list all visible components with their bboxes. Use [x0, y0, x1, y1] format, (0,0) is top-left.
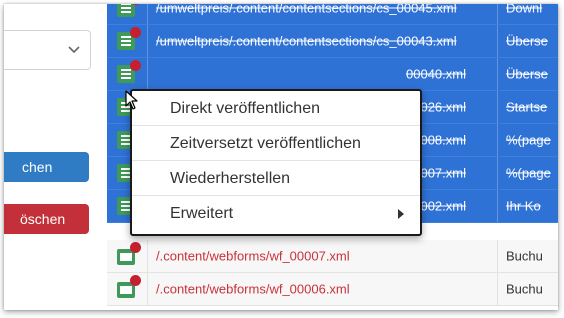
- changed-indicator-icon: [130, 275, 141, 286]
- chevron-down-icon: [68, 46, 80, 54]
- submenu-arrow-icon: [398, 209, 404, 219]
- row-title: %(page: [506, 165, 551, 181]
- changed-indicator-icon: [130, 27, 141, 38]
- row-title: Ihr Ko: [506, 198, 541, 214]
- row-title: Überse: [506, 33, 548, 49]
- site-select[interactable]: [4, 30, 91, 70]
- menu-item-publish-scheduled[interactable]: Zeitversetzt veröffentlichen: [132, 126, 420, 161]
- row-title: Downl: [506, 4, 543, 16]
- menu-item-restore[interactable]: Wiederherstellen: [132, 161, 420, 196]
- row-title-cell: Ihr Ko: [497, 190, 558, 222]
- row-path-cell: /umweltpreis/.content/contentsections/cs…: [147, 25, 498, 57]
- row-icon-cell: [107, 4, 147, 24]
- row-path: /.content/webforms/wf_00006.xml: [156, 281, 350, 297]
- row-title: Buchu: [506, 248, 543, 264]
- context-menu: Direkt veröffentlichen Zeitversetzt verö…: [130, 89, 422, 236]
- row-path-cell: /umweltpreis/.content/contentsections/cs…: [147, 4, 498, 24]
- row-path-cell: 00040.xml: [147, 58, 498, 90]
- row-title-cell: Überse: [497, 58, 558, 90]
- row-title-cell: %(page: [497, 157, 558, 189]
- row-path-cell: /.content/webforms/wf_00007.xml: [147, 240, 498, 272]
- row-title: Buchu: [506, 281, 543, 297]
- row-icon-cell: [107, 240, 147, 272]
- document-icon: [117, 60, 141, 83]
- table-row[interactable]: /umweltpreis/.content/contentsections/cs…: [107, 25, 558, 58]
- row-icon-cell: [107, 25, 147, 57]
- mail-icon: [117, 242, 141, 265]
- row-title: Startse: [506, 99, 548, 115]
- search-button[interactable]: chen: [4, 152, 89, 182]
- menu-item-advanced[interactable]: Erweitert: [132, 196, 420, 231]
- table-row[interactable]: 00040.xml Überse: [107, 58, 558, 91]
- row-title: %(page: [506, 132, 551, 148]
- document-icon: [117, 4, 141, 17]
- row-path: /.content/webforms/wf_00007.xml: [156, 248, 350, 264]
- row-title-cell: Downl: [497, 4, 558, 24]
- row-title: Überse: [506, 66, 548, 82]
- row-path: /umweltpreis/.content/contentsections/cs…: [156, 33, 457, 49]
- table-row[interactable]: /.content/webforms/wf_00006.xml Buchu: [107, 273, 558, 306]
- row-title-cell: %(page: [497, 124, 558, 156]
- row-title-cell: Buchu: [497, 273, 558, 305]
- delete-button[interactable]: öschen: [4, 204, 89, 234]
- row-icon-cell: [107, 58, 147, 90]
- table-row[interactable]: /umweltpreis/.content/contentsections/cs…: [107, 4, 558, 25]
- menu-item-publish-direct[interactable]: Direkt veröffentlichen: [132, 91, 420, 126]
- changed-indicator-icon: [130, 60, 141, 71]
- screenshot-frame: chen öschen /umweltpreis/.content/conten…: [4, 4, 558, 310]
- row-title-cell: Startse: [497, 91, 558, 123]
- row-path: 00040.xml: [406, 66, 466, 82]
- row-title-cell: Überse: [497, 25, 558, 57]
- left-panel: chen öschen: [4, 4, 107, 310]
- mouse-cursor-icon: [125, 90, 138, 110]
- row-path: /umweltpreis/.content/contentsections/cs…: [156, 4, 457, 16]
- row-icon-cell: [107, 273, 147, 305]
- row-path-cell: /.content/webforms/wf_00006.xml: [147, 273, 498, 305]
- menu-item-advanced-label: Erweitert: [170, 205, 234, 222]
- table-row[interactable]: /.content/webforms/wf_00007.xml Buchu: [107, 240, 558, 273]
- row-title-cell: Buchu: [497, 240, 558, 272]
- mail-icon: [117, 275, 141, 298]
- changed-indicator-icon: [130, 242, 141, 253]
- document-icon: [117, 27, 141, 50]
